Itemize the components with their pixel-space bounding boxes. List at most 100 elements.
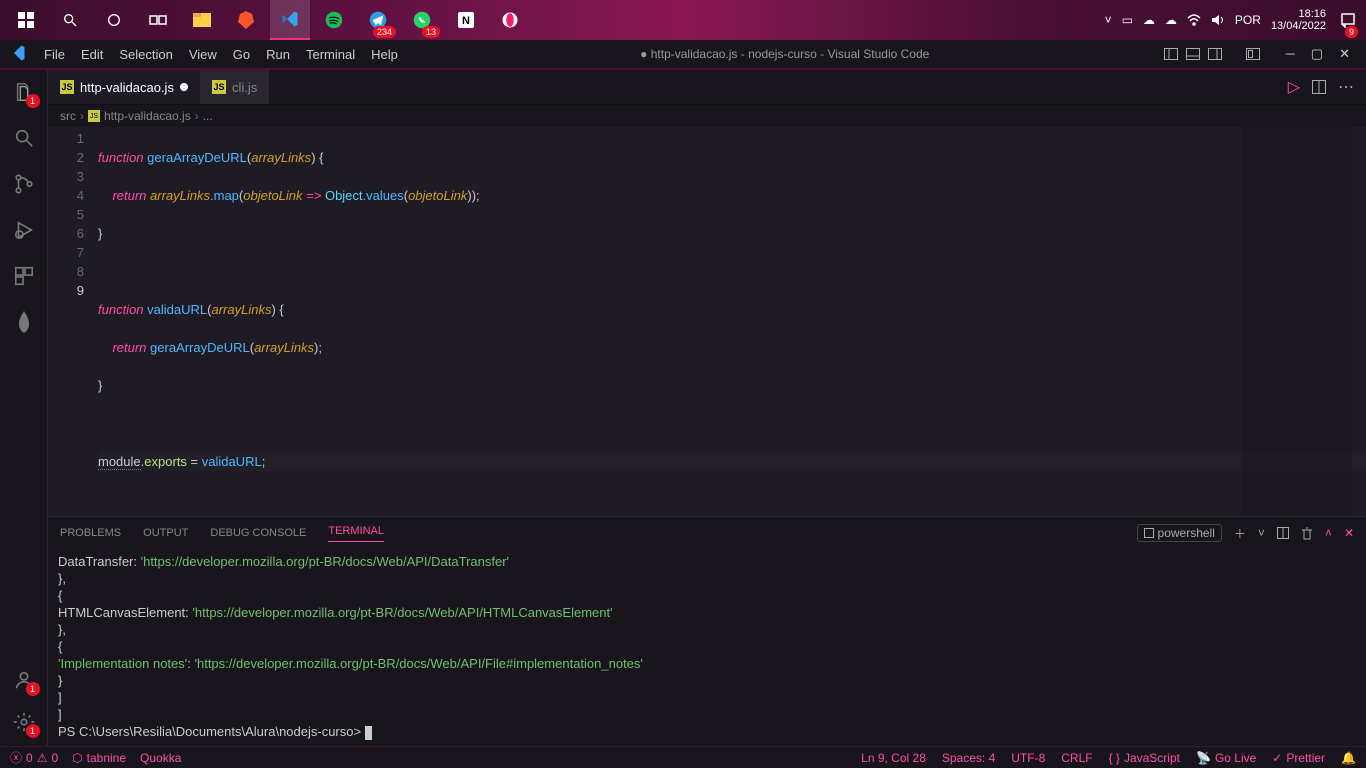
minimap[interactable] <box>1242 127 1352 516</box>
menu-selection[interactable]: Selection <box>111 47 180 62</box>
whatsapp-badge: 13 <box>422 26 440 38</box>
panel-tab-debugconsole[interactable]: DEBUG CONSOLE <box>210 527 306 539</box>
terminal-output[interactable]: DataTransfer: 'https://developer.mozilla… <box>48 549 1366 746</box>
settings-icon[interactable]: 1 <box>10 708 38 736</box>
split-terminal-icon[interactable] <box>1277 527 1289 539</box>
terminal-shell-select[interactable]: powershell <box>1137 524 1222 542</box>
code-editor[interactable]: 1 2 3 4 5 6 7 8 9 function geraArrayDeUR… <box>48 127 1366 516</box>
chevron-down-icon[interactable]: ˅ <box>1258 526 1265 540</box>
battery-icon[interactable]: ▭ <box>1122 13 1133 27</box>
taskview-icon[interactable] <box>138 0 178 40</box>
search-sidebar-icon[interactable] <box>10 124 38 152</box>
chevron-up-icon[interactable]: ˅ <box>1105 13 1112 27</box>
windows-taskbar: 234 13 N ˅ ▭ ☁ ☁ POR 18:16 13/04/2022 9 <box>0 0 1366 40</box>
tab-label: cli.js <box>232 80 257 95</box>
menu-view[interactable]: View <box>181 47 225 62</box>
tab-cli[interactable]: JS cli.js <box>200 70 269 104</box>
editor-tabs: JS http-validacao.js JS cli.js ▷ ⋯ <box>48 70 1366 105</box>
panel-tab-output[interactable]: OUTPUT <box>143 527 188 539</box>
status-spaces[interactable]: Spaces: 4 <box>942 751 995 765</box>
trash-icon[interactable] <box>1301 527 1313 540</box>
breadcrumb[interactable]: src › JS http-validacao.js › ... <box>48 105 1366 127</box>
window-title: ● http-validacao.js - nodejs-curso - Vis… <box>406 47 1164 61</box>
chevron-right-icon: › <box>195 109 199 123</box>
menubar: File Edit Selection View Go Run Terminal… <box>0 40 1366 70</box>
svg-text:N: N <box>462 15 470 27</box>
close-panel-icon[interactable]: ✕ <box>1344 526 1354 540</box>
status-encoding[interactable]: UTF-8 <box>1011 751 1045 765</box>
onedrive-icon[interactable]: ☁ <box>1143 13 1155 27</box>
js-file-icon: JS <box>212 80 226 94</box>
clock-date: 13/04/2022 <box>1271 20 1326 32</box>
layout-icons[interactable] <box>1164 48 1260 60</box>
chevron-up-icon[interactable]: ˄ <box>1325 526 1332 540</box>
accounts-badge: 1 <box>26 682 40 696</box>
status-golive[interactable]: 📡 Go Live <box>1196 751 1256 765</box>
status-eol[interactable]: CRLF <box>1061 751 1092 765</box>
status-prettier[interactable]: ✓ Prettier <box>1272 751 1325 765</box>
close-button[interactable]: ✕ <box>1339 46 1350 62</box>
explorer-icon[interactable]: 1 <box>10 78 38 106</box>
menu-run[interactable]: Run <box>258 47 298 62</box>
breadcrumb-src[interactable]: src <box>60 109 76 123</box>
status-language[interactable]: { } JavaScript <box>1109 751 1180 765</box>
menu-terminal[interactable]: Terminal <box>298 47 363 62</box>
tab-http-validacao[interactable]: JS http-validacao.js <box>48 70 200 104</box>
split-editor-icon[interactable] <box>1312 80 1326 94</box>
notion-icon[interactable]: N <box>446 0 486 40</box>
maximize-button[interactable]: ▢ <box>1311 46 1323 62</box>
more-icon[interactable]: ⋯ <box>1338 77 1354 97</box>
cortana-icon[interactable] <box>94 0 134 40</box>
new-terminal-icon[interactable]: ＋ <box>1234 525 1246 542</box>
js-file-icon: JS <box>60 80 74 94</box>
status-errors[interactable]: ⓧ 0 ⚠ 0 <box>10 749 58 766</box>
status-tabnine[interactable]: ⬡ tabnine <box>72 751 126 765</box>
activity-bar: 1 1 1 <box>0 70 48 746</box>
debug-icon[interactable] <box>10 216 38 244</box>
run-icon[interactable]: ▷ <box>1288 77 1300 97</box>
source-control-icon[interactable] <box>10 170 38 198</box>
panel-tabs: PROBLEMS OUTPUT DEBUG CONSOLE TERMINAL p… <box>48 517 1366 549</box>
status-quokka[interactable]: Quokka <box>140 751 181 765</box>
explorer-app-icon[interactable] <box>182 0 222 40</box>
line-gutter: 1 2 3 4 5 6 7 8 9 <box>48 127 98 516</box>
extensions-icon[interactable] <box>10 262 38 290</box>
taskbar-clock[interactable]: 18:16 13/04/2022 <box>1271 8 1326 32</box>
clock-time: 18:16 <box>1271 8 1326 20</box>
settings-badge: 1 <box>26 724 40 738</box>
status-lncol[interactable]: Ln 9, Col 28 <box>861 751 926 765</box>
whatsapp-icon[interactable]: 13 <box>402 0 442 40</box>
panel-tab-problems[interactable]: PROBLEMS <box>60 527 121 539</box>
telegram-icon[interactable]: 234 <box>358 0 398 40</box>
panel-tab-terminal[interactable]: TERMINAL <box>328 525 384 542</box>
vscode-app-icon[interactable] <box>270 0 310 40</box>
volume-icon[interactable] <box>1211 14 1225 26</box>
js-file-icon: JS <box>88 110 100 122</box>
menu-edit[interactable]: Edit <box>73 47 111 62</box>
wifi-icon[interactable] <box>1187 14 1201 26</box>
code-body[interactable]: function geraArrayDeURL(arrayLinks) { re… <box>98 127 1366 516</box>
explorer-badge: 1 <box>26 94 40 108</box>
mongodb-icon[interactable] <box>10 308 38 336</box>
cloud-icon[interactable]: ☁ <box>1165 13 1177 27</box>
language-indicator[interactable]: POR <box>1235 13 1261 27</box>
search-icon[interactable] <box>50 0 90 40</box>
status-bar: ⓧ 0 ⚠ 0 ⬡ tabnine Quokka Ln 9, Col 28 Sp… <box>0 746 1366 768</box>
breadcrumb-more[interactable]: ... <box>203 109 213 123</box>
opera-icon[interactable] <box>490 0 530 40</box>
bottom-panel: PROBLEMS OUTPUT DEBUG CONSOLE TERMINAL p… <box>48 516 1366 746</box>
status-bell-icon[interactable]: 🔔 <box>1341 751 1356 765</box>
chevron-right-icon: › <box>80 109 84 123</box>
notifications-icon[interactable]: 9 <box>1336 0 1360 40</box>
taskbar-tray: ˅ ▭ ☁ ☁ POR 18:16 13/04/2022 9 <box>1105 0 1360 40</box>
menu-file[interactable]: File <box>36 47 73 62</box>
minimize-button[interactable]: ─ <box>1286 46 1295 62</box>
menu-go[interactable]: Go <box>225 47 258 62</box>
spotify-icon[interactable] <box>314 0 354 40</box>
brave-icon[interactable] <box>226 0 266 40</box>
breadcrumb-file[interactable]: http-validacao.js <box>104 109 191 123</box>
start-icon[interactable] <box>6 0 46 40</box>
window-controls: ─ ▢ ✕ <box>1278 46 1358 62</box>
accounts-icon[interactable]: 1 <box>10 666 38 694</box>
menu-help[interactable]: Help <box>363 47 406 62</box>
